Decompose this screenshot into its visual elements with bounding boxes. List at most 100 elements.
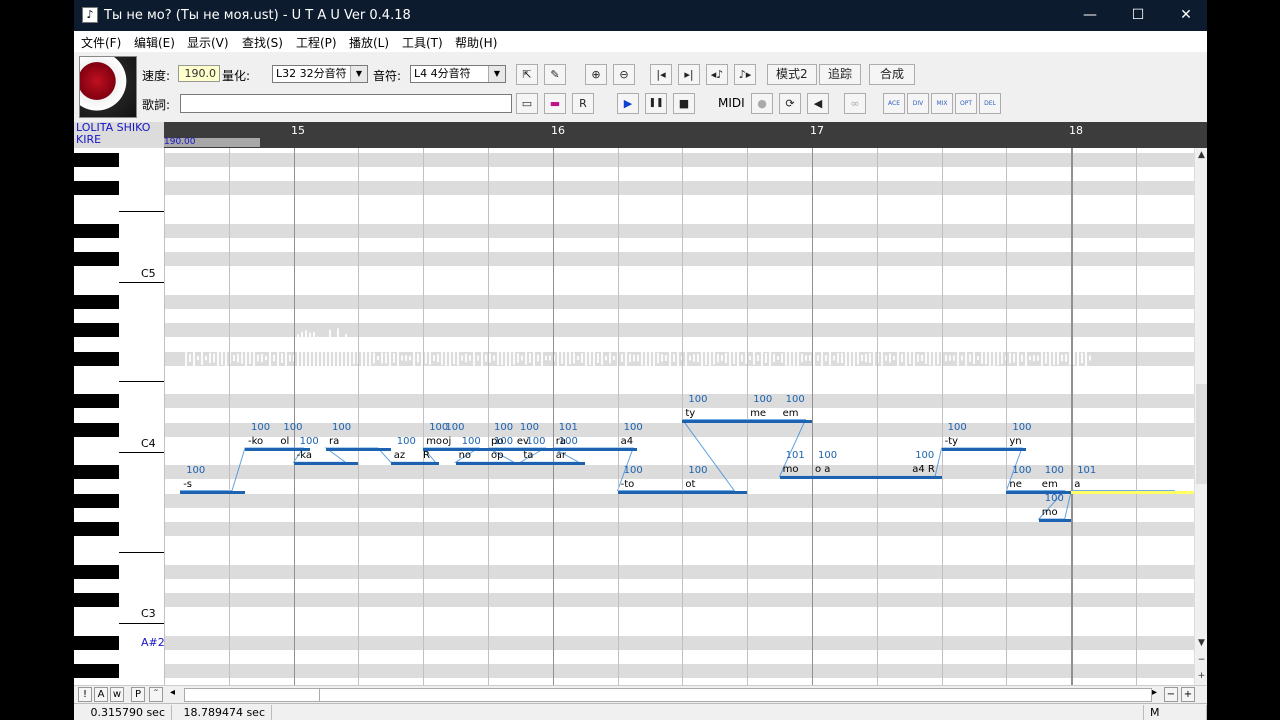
- note-lyric[interactable]: yn: [1009, 436, 1021, 447]
- black-key[interactable]: [74, 153, 119, 167]
- note-bar[interactable]: [682, 490, 748, 494]
- note-bar[interactable]: [1038, 519, 1072, 522]
- black-key[interactable]: [74, 224, 119, 238]
- note-lyric[interactable]: ra: [329, 436, 339, 447]
- note-bar[interactable]: [1006, 490, 1039, 494]
- note-bar[interactable]: [617, 490, 683, 494]
- menu-tools[interactable]: 工具(T): [402, 34, 443, 51]
- tempo-input[interactable]: 190.0: [178, 65, 220, 82]
- black-key[interactable]: [74, 252, 119, 267]
- mode-button-p[interactable]: P: [131, 687, 145, 702]
- note-lyric[interactable]: no: [459, 450, 471, 461]
- mode-button-w[interactable]: w: [110, 687, 124, 702]
- note-lyric[interactable]: ta: [523, 450, 533, 461]
- record-icon[interactable]: ●: [751, 93, 773, 114]
- singer-avatar[interactable]: [79, 56, 137, 118]
- close-button[interactable]: ✕: [1172, 4, 1200, 26]
- note-lyric[interactable]: em: [783, 408, 799, 419]
- menu-project[interactable]: 工程(P): [296, 34, 337, 51]
- mode-button-a[interactable]: A: [94, 687, 108, 702]
- mode2-button[interactable]: 模式2: [767, 64, 817, 85]
- note-lyric[interactable]: az: [394, 450, 405, 461]
- note-bar[interactable]: [326, 448, 391, 451]
- black-key[interactable]: [74, 564, 119, 579]
- vertical-scrollbar[interactable]: ▲ ▼ − +: [1194, 148, 1207, 685]
- note-lyric[interactable]: ra: [556, 436, 566, 447]
- note-lyric[interactable]: em: [1042, 479, 1058, 490]
- zoom-vertical-out-icon[interactable]: −: [1195, 653, 1207, 667]
- note-bar[interactable]: [552, 448, 618, 451]
- note-bar[interactable]: [419, 462, 440, 466]
- scroll-down-icon[interactable]: ▼: [1195, 636, 1207, 650]
- note-bar[interactable]: [488, 462, 521, 466]
- note-lyric[interactable]: a: [1074, 479, 1080, 490]
- note-lyric[interactable]: ot: [685, 479, 695, 490]
- note-bar[interactable]: [1006, 448, 1026, 451]
- note-lyric[interactable]: a4 R: [912, 464, 935, 475]
- mode-button-tilde[interactable]: ˜: [149, 687, 163, 702]
- replace-rest-icon[interactable]: R: [572, 93, 594, 114]
- piano-roll-grid[interactable]: -s 100 -ko 100 ol 100 -ka 100 ra 100 az 100 Rmo 100 oj…: [164, 148, 1194, 685]
- chevron-down-icon[interactable]: ▼: [488, 66, 505, 82]
- horizontal-scroll-thumb[interactable]: [184, 688, 320, 702]
- note-bar[interactable]: [682, 419, 748, 423]
- note-bar[interactable]: [941, 448, 1007, 451]
- black-key[interactable]: [74, 522, 119, 537]
- note-bar[interactable]: [909, 476, 942, 480]
- note-lyric[interactable]: -ty: [945, 436, 958, 447]
- black-key[interactable]: [74, 323, 119, 338]
- link-icon[interactable]: ∞: [844, 93, 866, 114]
- black-key[interactable]: [74, 422, 119, 437]
- note-lyric[interactable]: ty: [685, 408, 695, 419]
- synthesize-button[interactable]: 合成: [869, 64, 916, 85]
- speaker-icon[interactable]: ◀: [807, 93, 829, 114]
- black-key[interactable]: [74, 181, 119, 196]
- note-bar[interactable]: [1071, 490, 1194, 494]
- chevron-down-icon[interactable]: ▼: [350, 66, 367, 82]
- menu-play[interactable]: 播放(L): [349, 34, 389, 51]
- select-tool-icon[interactable]: ⇱: [516, 64, 538, 85]
- black-key[interactable]: [74, 664, 119, 679]
- note-lyric[interactable]: ne: [1009, 479, 1022, 490]
- note-bar[interactable]: [552, 462, 586, 466]
- note-lyric[interactable]: R: [423, 450, 430, 461]
- note-lyric[interactable]: op: [491, 450, 503, 461]
- note-lyric[interactable]: -to: [621, 479, 635, 490]
- scroll-right-icon[interactable]: ▸: [1152, 687, 1157, 698]
- to-start-icon[interactable]: |◂: [650, 64, 672, 85]
- prev-note-icon[interactable]: ◂♪: [706, 64, 728, 85]
- note-bar[interactable]: [180, 490, 245, 494]
- zoom-horizontal-out-icon[interactable]: −: [1164, 687, 1178, 702]
- mode-button-exclaim[interactable]: !: [78, 687, 92, 702]
- black-key[interactable]: [74, 394, 119, 409]
- note-bar[interactable]: [390, 462, 424, 466]
- note-lyric[interactable]: a4: [621, 436, 634, 447]
- envelope-tool-4-icon[interactable]: OPT: [955, 93, 977, 114]
- note-lyric[interactable]: -ko: [248, 436, 263, 447]
- black-key[interactable]: [74, 635, 119, 650]
- quantize-select[interactable]: L32 32分音符 ▼: [272, 65, 368, 83]
- menu-view[interactable]: 显示(V): [187, 34, 229, 51]
- scroll-left-icon[interactable]: ◂: [170, 687, 175, 698]
- black-key[interactable]: [74, 295, 119, 309]
- pencil-tool-icon[interactable]: ✎: [544, 64, 566, 85]
- play-icon[interactable]: ▶: [617, 93, 639, 114]
- black-key[interactable]: [74, 351, 119, 366]
- lyric-input[interactable]: [180, 94, 512, 113]
- note-lyric[interactable]: ol: [280, 436, 289, 447]
- horizontal-track[interactable]: [318, 688, 1152, 702]
- note-lyric[interactable]: o a: [815, 464, 830, 475]
- menu-help[interactable]: 帮助(H): [455, 34, 497, 51]
- note-lyric[interactable]: po: [491, 436, 503, 447]
- stop-icon[interactable]: ■: [673, 93, 695, 114]
- note-bar[interactable]: [617, 448, 638, 451]
- minimize-button[interactable]: —: [1076, 4, 1104, 26]
- envelope-tool-3-icon[interactable]: MIX: [931, 93, 953, 114]
- note-bar[interactable]: [779, 419, 812, 423]
- loop-icon[interactable]: ⟳: [779, 93, 801, 114]
- insert-rest-icon[interactable]: ▭: [516, 93, 538, 114]
- maximize-button[interactable]: ☐: [1124, 4, 1152, 26]
- note-lyric[interactable]: -ka: [297, 450, 312, 461]
- scroll-up-icon[interactable]: ▲: [1195, 148, 1207, 162]
- envelope-tool-5-icon[interactable]: DEL: [979, 93, 1001, 114]
